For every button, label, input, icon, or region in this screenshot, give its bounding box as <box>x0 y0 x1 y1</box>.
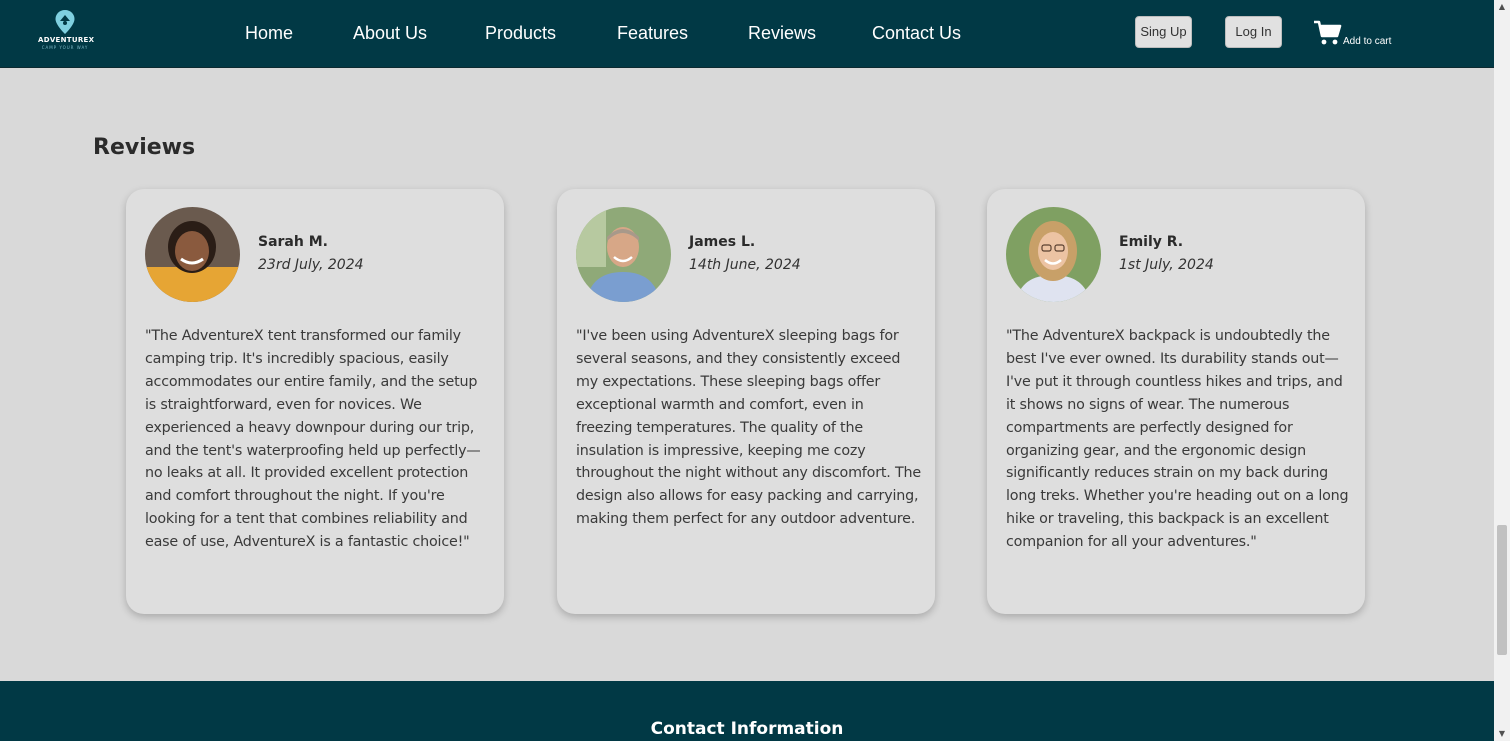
scroll-down-icon[interactable]: ▼ <box>1497 729 1507 739</box>
review-text: "The AdventureX backpack is undoubtedly … <box>1006 328 1349 551</box>
page-scrollbar[interactable]: ▲ ▼ <box>1494 0 1510 741</box>
avatar <box>1006 207 1101 302</box>
brand-tagline: CAMP YOUR WAY <box>41 45 89 50</box>
brand-logo[interactable]: ADVENTUREX CAMP YOUR WAY <box>38 10 95 50</box>
nav-link-about-us[interactable]: About Us <box>353 23 427 44</box>
shopping-cart-icon <box>1314 20 1342 45</box>
nav-link-features[interactable]: Features <box>617 23 688 44</box>
avatar-photo-icon <box>1006 207 1101 302</box>
avatar <box>145 207 240 302</box>
avatar <box>576 207 671 302</box>
nav-link-reviews[interactable]: Reviews <box>748 23 816 44</box>
scroll-up-icon[interactable]: ▲ <box>1497 2 1507 12</box>
review-text: "The AdventureX tent transformed our fam… <box>145 328 481 551</box>
footer: Contact Information <box>0 681 1494 741</box>
review-date: 14th June, 2024 <box>689 257 801 273</box>
nav-link-home[interactable]: Home <box>245 23 293 44</box>
reviewer-name: Emily R. <box>1119 234 1184 250</box>
scrollbar-thumb[interactable] <box>1497 525 1507 655</box>
review-card: Emily R. 1st July, 2024 "The AdventureX … <box>987 189 1365 614</box>
review-card: Sarah M. 23rd July, 2024 "The AdventureX… <box>126 189 504 614</box>
brand-name: ADVENTUREX <box>38 36 95 44</box>
footer-title: Contact Information <box>650 719 844 739</box>
nav-link-products[interactable]: Products <box>485 23 556 44</box>
review-text: "I've been using AdventureX sleeping bag… <box>576 328 921 528</box>
avatar-photo-icon <box>145 207 240 302</box>
review-card: James L. 14th June, 2024 "I've been usin… <box>557 189 935 614</box>
login-button[interactable]: Log In <box>1225 16 1282 48</box>
reviewer-name: James L. <box>689 234 756 250</box>
review-date: 23rd July, 2024 <box>258 257 364 273</box>
location-pin-icon <box>55 10 75 34</box>
nav-link-contact-us[interactable]: Contact Us <box>872 23 961 44</box>
review-date: 1st July, 2024 <box>1119 257 1214 273</box>
top-navbar: ADVENTUREX CAMP YOUR WAY Home About Us P… <box>0 0 1494 68</box>
reviewer-name: Sarah M. <box>258 234 328 250</box>
cart-label: Add to cart <box>1343 36 1392 47</box>
reviews-heading: Reviews <box>93 135 196 160</box>
avatar-photo-icon <box>576 207 671 302</box>
signup-button[interactable]: Sing Up <box>1135 16 1192 48</box>
